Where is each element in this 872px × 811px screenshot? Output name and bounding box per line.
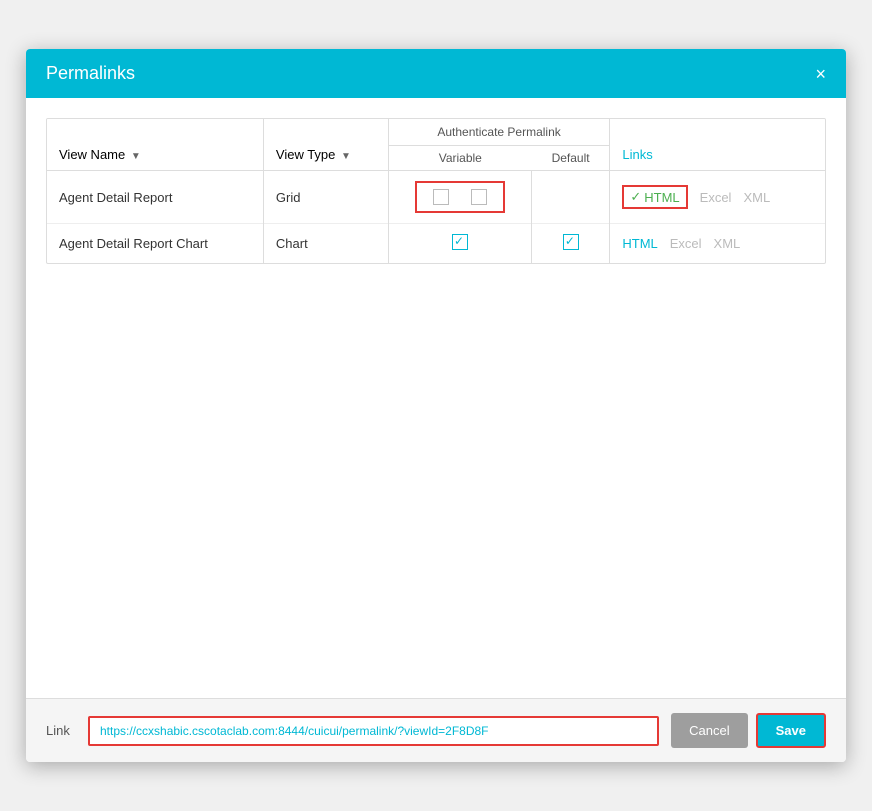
link-label: Link [46, 723, 76, 738]
col-variable-header: Variable [439, 151, 482, 165]
table-row: Agent Detail Report Chart Chart ✓ [47, 224, 825, 264]
row1-view-type: Grid [276, 190, 301, 205]
row2-excel-link: Excel [670, 236, 702, 251]
check-icon: ✓ [630, 189, 641, 205]
row2-xml-link: XML [714, 236, 741, 251]
row1-excel-link: Excel [700, 190, 732, 205]
row2-variable-checkbox[interactable]: ✓ [452, 234, 468, 250]
table-row: Agent Detail Report Grid [47, 171, 825, 224]
save-button[interactable]: Save [756, 713, 826, 748]
col-links-header: Links [622, 147, 652, 162]
row1-html-link[interactable]: ✓ HTML [622, 185, 687, 209]
permalinks-modal: Permalinks × View Name ▼ View Type ▼ [26, 49, 846, 762]
permalink-table-wrapper: View Name ▼ View Type ▼ Authenticate Per… [46, 118, 826, 264]
row1-view-name: Agent Detail Report [59, 190, 172, 205]
row1-default-checkbox[interactable] [471, 189, 487, 205]
row2-view-type: Chart [276, 236, 308, 251]
col-auth-header: Authenticate Permalink [437, 125, 560, 139]
col-view-type-header: View Type [276, 147, 336, 162]
row1-xml-link: XML [743, 190, 770, 205]
modal-title: Permalinks [46, 63, 135, 84]
row2-view-name: Agent Detail Report Chart [59, 236, 208, 251]
view-type-sort-icon: ▼ [341, 151, 351, 162]
row2-html-link[interactable]: HTML [622, 236, 657, 251]
table-header-row-1: View Name ▼ View Type ▼ Authenticate Per… [47, 119, 825, 146]
modal-body: View Name ▼ View Type ▼ Authenticate Per… [26, 98, 846, 698]
link-url-display: https://ccxshabic.cscotaclab.com:8444/cu… [88, 716, 659, 746]
footer-buttons: Cancel Save [671, 713, 826, 748]
row2-links: HTML Excel XML [622, 236, 813, 251]
col-default-header: Default [552, 151, 590, 165]
close-button[interactable]: × [815, 65, 826, 83]
modal-footer: Link https://ccxshabic.cscotaclab.com:84… [26, 698, 846, 762]
col-view-name-header: View Name [59, 147, 125, 162]
permalink-table: View Name ▼ View Type ▼ Authenticate Per… [47, 119, 825, 263]
row1-variable-checkbox[interactable] [433, 189, 449, 205]
cancel-button[interactable]: Cancel [671, 713, 747, 748]
row2-default-checkbox[interactable]: ✓ [563, 234, 579, 250]
view-name-sort-icon: ▼ [131, 151, 141, 162]
row1-links: ✓ HTML Excel XML [622, 185, 813, 209]
modal-header: Permalinks × [26, 49, 846, 98]
